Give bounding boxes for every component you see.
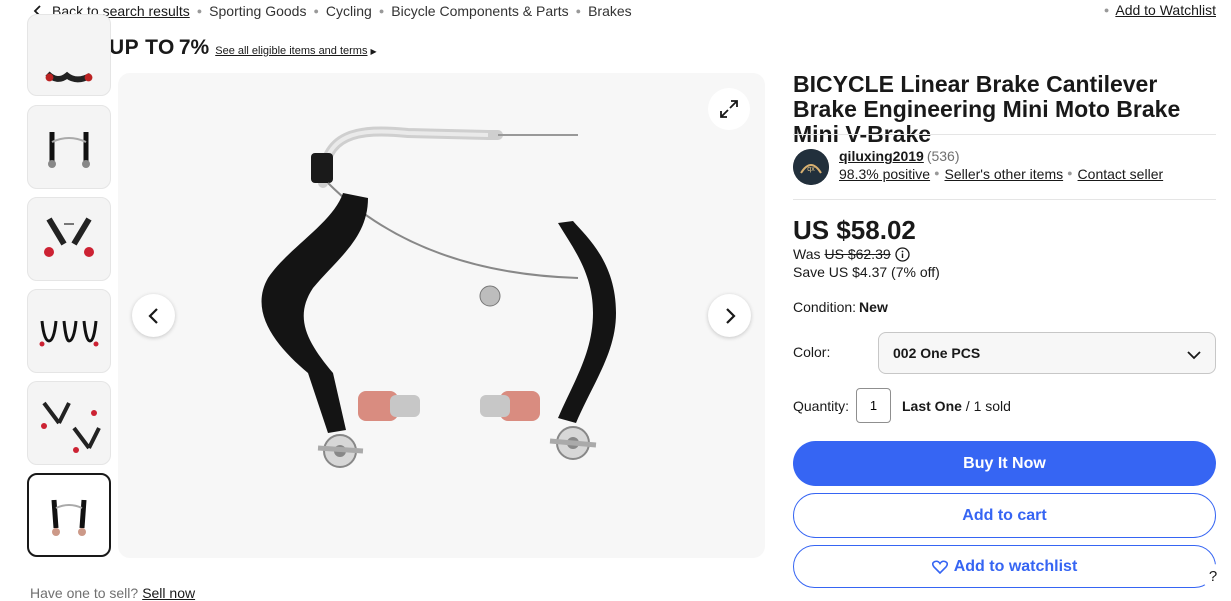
heart-icon [931,559,948,574]
breadcrumb-bicycle-components[interactable]: Bicycle Components & Parts [391,3,568,19]
brake-product-illustration [261,126,616,468]
sell-row: Have one to sell? Sell now [30,585,195,601]
sell-prompt: Have one to sell? [30,585,139,601]
color-row: Color: 002 One PCS [793,332,1216,375]
thumbnail-3[interactable] [27,197,111,281]
add-to-cart-button[interactable]: Add to cart [793,493,1216,538]
condition-row: Condition: New [793,299,888,315]
separator: ● [1067,168,1073,178]
separator: ● [378,6,385,16]
color-selected-value: 002 One PCS [893,345,981,361]
thumbnail-5[interactable] [27,381,111,465]
chevron-right-icon [725,307,736,324]
breadcrumb-sporting-goods[interactable]: Sporting Goods [209,3,306,19]
separator: ● [934,168,940,178]
separator: ● [575,6,582,16]
divider [793,199,1216,200]
quantity-input[interactable] [856,388,891,423]
separator: ● [313,6,319,16]
condition-label: Condition: [793,299,857,315]
breadcrumb: Back to search results ● Sporting Goods … [30,0,632,22]
watchlist-top: ● Add to Watchlist [1104,2,1216,18]
see-all-eligible-link[interactable]: See all eligible items and terms ▶ [215,45,376,57]
add-to-watchlist-label: Add to watchlist [953,557,1078,575]
next-image-button[interactable] [708,294,751,337]
svg-text:qx: qx [807,166,815,173]
seller-info: qx qiluxing2019 (536) 98.3% positive ● Se… [793,148,1216,200]
buy-it-now-button[interactable]: Buy It Now [793,441,1216,486]
was-label: Was [793,246,821,262]
chevron-down-icon [1187,347,1201,363]
thumbnail-4[interactable] [27,289,111,373]
condition-value: New [859,299,888,315]
chevron-left-icon [147,307,158,324]
add-to-cart-label: Add to cart [962,506,1047,524]
help-button[interactable]: ? [1201,564,1225,588]
seller-name-link[interactable]: qiluxing2019 [839,148,924,164]
main-product-image[interactable] [118,73,765,558]
thumbnail-2[interactable] [27,105,111,189]
seller-links: 98.3% positive ● Seller's other items ● … [839,166,1163,182]
triangle-right-icon: ▶ [370,47,377,56]
color-select[interactable]: 002 One PCS [878,332,1216,374]
was-price-row: Was US $62.39 [793,246,910,262]
add-to-watchlist-button[interactable]: Add to watchlist [793,545,1216,588]
prev-image-button[interactable] [132,294,175,337]
stock-info: Last One / 1 sold [902,398,1011,414]
sell-now-link[interactable]: Sell now [142,585,195,601]
product-title: BICYCLE Linear Brake Cantilever Brake En… [793,71,1181,147]
color-label: Color: [793,344,831,360]
divider [793,134,1216,135]
see-all-label: See all eligible items and terms [215,45,368,57]
buy-it-now-label: Buy It Now [963,454,1046,472]
savings-line: Save US $4.37 (7% off) [793,264,940,280]
seller-feedback-count: (536) [926,148,960,164]
breadcrumb-cycling[interactable]: Cycling [326,3,372,19]
current-price: US $58.02 [793,215,916,245]
thumbnail-6-selected[interactable] [27,473,111,557]
stock-last-one: Last One [902,398,962,414]
add-to-watchlist-link[interactable]: Add to Watchlist [1115,2,1216,18]
positive-feedback-link[interactable]: 98.3% positive [839,166,930,182]
quantity-row: Quantity: Last One / 1 sold [793,388,1216,424]
was-price: US $62.39 [824,246,891,262]
product-info-panel: BICYCLE Linear Brake Cantilever Brake En… [793,71,1216,588]
seller-name-row: qiluxing2019 (536) [839,148,960,164]
quantity-label: Quantity: [793,398,850,414]
contact-seller-link[interactable]: Contact seller [1078,166,1164,182]
expand-icon [720,100,738,118]
stock-sold: / 1 sold [965,398,1011,414]
thumbnail-1[interactable] [27,14,111,96]
info-icon[interactable] [895,246,910,262]
breadcrumb-brakes[interactable]: Brakes [588,3,632,19]
seller-avatar[interactable]: qx [793,149,829,185]
question-icon: ? [1208,567,1218,585]
promo-save-pct: 7% [178,36,210,59]
seller-other-items-link[interactable]: Seller's other items [945,166,1064,182]
separator: ● [1103,5,1110,15]
separator: ● [196,6,203,16]
expand-image-button[interactable] [708,88,750,130]
